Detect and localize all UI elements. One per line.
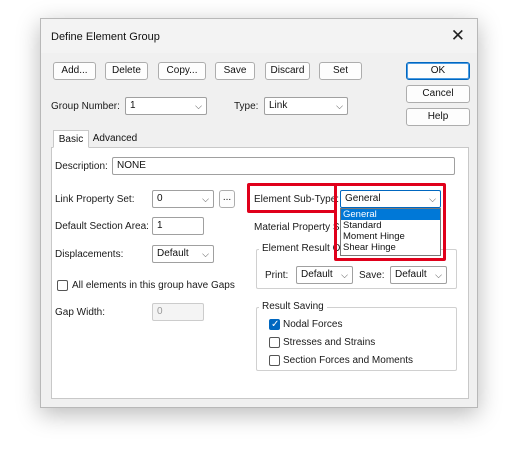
- tab-advanced[interactable]: Advanced: [90, 130, 140, 148]
- material-property-label: Material Property S: [254, 222, 340, 233]
- dropdown-option-standard[interactable]: Standard: [341, 220, 440, 231]
- type-combo[interactable]: Link ⌵: [264, 97, 348, 115]
- section-forces-moments-label: Section Forces and Moments: [283, 355, 414, 366]
- gap-width-input: 0: [152, 303, 204, 321]
- window-title: Define Element Group: [51, 31, 160, 43]
- define-element-group-dialog: Define Element Group ✕ Add... Delete Cop…: [40, 18, 478, 408]
- displacements-combo[interactable]: Default ⌵: [152, 245, 214, 263]
- tab-basic[interactable]: Basic: [53, 130, 89, 148]
- element-sub-type-dropdown-list: General Standard Moment Hinge Shear Hing…: [340, 208, 441, 256]
- delete-button[interactable]: Delete: [105, 62, 148, 80]
- group-number-combo[interactable]: 1 ⌵: [125, 97, 207, 115]
- chevron-down-icon: ⌵: [435, 270, 442, 280]
- help-button[interactable]: Help: [406, 108, 470, 126]
- link-property-set-label: Link Property Set:: [55, 194, 135, 205]
- dropdown-option-general[interactable]: General: [341, 209, 440, 220]
- dropdown-option-moment-hinge[interactable]: Moment Hinge: [341, 231, 440, 242]
- description-input[interactable]: NONE: [112, 157, 455, 175]
- stresses-strains-checkbox[interactable]: [269, 337, 280, 348]
- print-combo[interactable]: Default ⌵: [296, 266, 353, 284]
- chevron-down-icon: ⌵: [202, 194, 209, 204]
- gaps-checkbox-label: All elements in this group have Gaps: [72, 280, 235, 291]
- ok-button[interactable]: OK: [406, 62, 470, 80]
- chevron-down-icon: ⌵: [341, 270, 348, 280]
- result-saving-group-title: Result Saving: [259, 301, 327, 312]
- element-result-group-title: Element Result O: [259, 243, 344, 254]
- description-label: Description:: [55, 161, 108, 172]
- gaps-checkbox[interactable]: [57, 280, 68, 291]
- link-property-browse-button[interactable]: ...: [219, 190, 235, 208]
- section-forces-moments-checkbox[interactable]: [269, 355, 280, 366]
- nodal-forces-checkbox[interactable]: ✓: [269, 319, 280, 330]
- title-bar: Define Element Group ✕: [41, 19, 477, 53]
- close-icon[interactable]: ✕: [451, 26, 465, 46]
- print-label: Print:: [265, 270, 289, 281]
- nodal-forces-label: Nodal Forces: [283, 319, 343, 330]
- group-number-label: Group Number:: [51, 101, 120, 112]
- save-combo[interactable]: Default ⌵: [390, 266, 447, 284]
- default-section-area-input[interactable]: 1: [152, 217, 204, 235]
- type-label: Type:: [234, 101, 259, 112]
- check-icon: ✓: [271, 319, 280, 330]
- stresses-strains-label: Stresses and Strains: [283, 337, 376, 348]
- link-property-set-combo[interactable]: 0 ⌵: [152, 190, 214, 208]
- sub-type-label-highlight: [247, 183, 337, 213]
- chevron-down-icon: ⌵: [202, 249, 209, 259]
- dropdown-option-shear-hinge[interactable]: Shear Hinge: [341, 242, 440, 253]
- save-button[interactable]: Save: [215, 62, 255, 80]
- default-section-area-label: Default Section Area:: [55, 221, 149, 232]
- discard-button[interactable]: Discard: [265, 62, 310, 80]
- copy-button[interactable]: Copy...: [158, 62, 206, 80]
- chevron-down-icon: ⌵: [336, 101, 343, 111]
- gap-width-label: Gap Width:: [55, 307, 106, 318]
- chevron-down-icon: ⌵: [195, 101, 202, 111]
- cancel-button[interactable]: Cancel: [406, 85, 470, 103]
- save-label: Save:: [359, 270, 385, 281]
- add-button[interactable]: Add...: [53, 62, 96, 80]
- set-button[interactable]: Set: [319, 62, 362, 80]
- displacements-label: Displacements:: [55, 249, 124, 260]
